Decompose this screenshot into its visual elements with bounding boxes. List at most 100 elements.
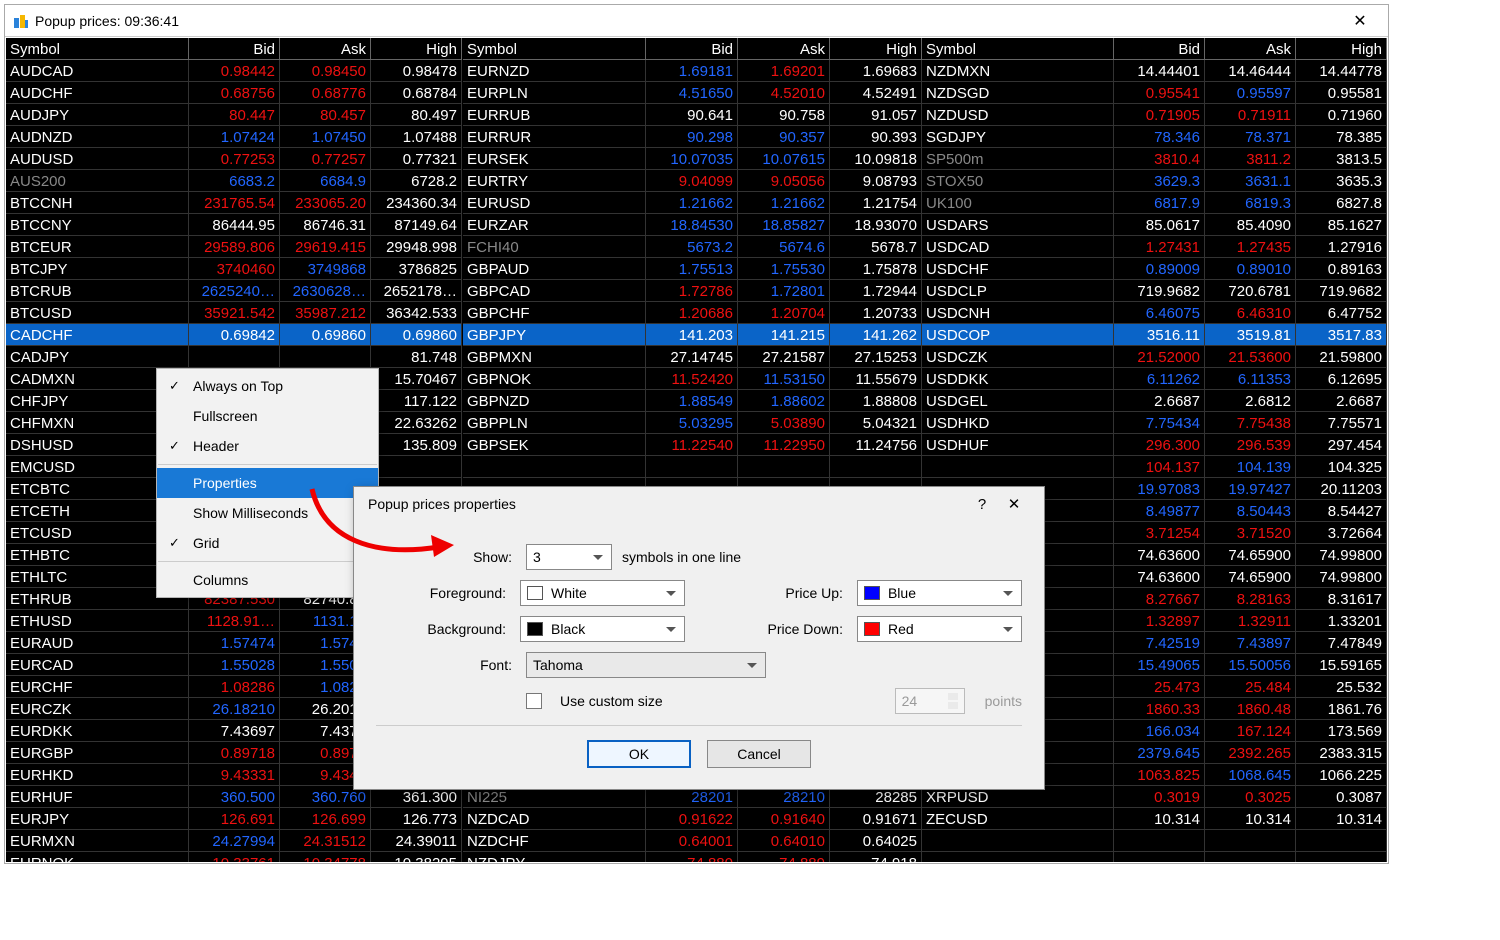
cell-symbol: SGDJPY (922, 126, 1114, 148)
price-row[interactable]: USDCZK21.5200021.5360021.59800 (922, 346, 1387, 368)
price-row[interactable]: EURSEK10.0703510.0761510.09818 (463, 148, 922, 170)
price-row[interactable]: GBPNOK11.5242011.5315011.55679 (463, 368, 922, 390)
price-row[interactable]: UK1006817.96819.36827.8 (922, 192, 1387, 214)
price-row[interactable]: BTCUSD35921.54235987.21236342.533 (6, 302, 463, 324)
price-row[interactable]: CADCHF0.698420.698600.69860 (6, 324, 463, 346)
price-row[interactable] (922, 852, 1387, 862)
help-button[interactable]: ? (966, 496, 998, 513)
price-row[interactable]: STOX503629.33631.13635.3 (922, 170, 1387, 192)
menu-item-show-milliseconds[interactable]: Show Milliseconds (157, 498, 378, 528)
menu-item-header[interactable]: Header (157, 431, 378, 461)
price-row[interactable]: USDARS85.061785.409085.1627 (922, 214, 1387, 236)
price-row[interactable]: USDGEL2.66872.68122.6687 (922, 390, 1387, 412)
price-row[interactable]: BTCCNY86444.9586746.3187149.64 (6, 214, 463, 236)
price-row[interactable]: FCHI405673.25674.65678.7 (463, 236, 922, 258)
cell-bid: 2.6687 (1114, 390, 1205, 412)
price-row[interactable]: NZDUSD0.719050.719110.71960 (922, 104, 1387, 126)
price-row[interactable]: GBPAUD1.755131.755301.75878 (463, 258, 922, 280)
priceup-select[interactable]: Blue (857, 580, 1022, 606)
price-row[interactable]: SP500m3810.43811.23813.5 (922, 148, 1387, 170)
price-row[interactable]: BTCRUB2625240…2630628…2652178… (6, 280, 463, 302)
price-row[interactable]: BTCJPY374046037498683786825 (6, 258, 463, 280)
price-row[interactable]: EURRUB90.64190.75891.057 (463, 104, 922, 126)
price-row[interactable]: EURUSD1.216621.216621.21754 (463, 192, 922, 214)
show-spinner[interactable]: 3 (526, 544, 612, 570)
price-row[interactable]: GBPNZD1.885491.886021.88808 (463, 390, 922, 412)
col-high[interactable]: High (371, 38, 462, 60)
cancel-button[interactable]: Cancel (707, 740, 811, 768)
cell-bid: 6.11262 (1114, 368, 1205, 390)
price-row[interactable] (922, 830, 1387, 852)
col-symbol[interactable]: Symbol (6, 38, 189, 60)
price-row[interactable]: EURNOK10.3376110.3477810.38295 (6, 852, 463, 862)
price-row[interactable]: ZECUSD10.31410.31410.314 (922, 808, 1387, 830)
cell-bid: 35921.542 (189, 302, 280, 324)
col-bid[interactable]: Bid (646, 38, 738, 60)
price-row[interactable]: GBPCHF1.206861.207041.20733 (463, 302, 922, 324)
col-ask[interactable]: Ask (1205, 38, 1296, 60)
col-ask[interactable]: Ask (738, 38, 830, 60)
price-row[interactable]: USDCLP719.9682720.6781719.9682 (922, 280, 1387, 302)
price-row[interactable]: AUDCHF0.687560.687760.68784 (6, 82, 463, 104)
price-row[interactable]: SGDJPY78.34678.37178.385 (922, 126, 1387, 148)
price-row[interactable]: USDCAD1.274311.274351.27916 (922, 236, 1387, 258)
menu-item-fullscreen[interactable]: Fullscreen (157, 401, 378, 431)
cell-ask: 0.91640 (738, 808, 830, 830)
price-row[interactable]: BTCCNH231765.54233065.20234360.34 (6, 192, 463, 214)
menu-item-properties[interactable]: Properties (157, 468, 378, 498)
price-row[interactable]: EURJPY126.691126.699126.773 (6, 808, 463, 830)
price-row[interactable]: NZDJPY74.88074.88974.918 (463, 852, 922, 862)
price-row[interactable]: USDCHF0.890090.890100.89163 (922, 258, 1387, 280)
cell-bid: 1.27431 (1114, 236, 1205, 258)
price-row[interactable]: GBPPLN5.032955.038905.04321 (463, 412, 922, 434)
col-ask[interactable]: Ask (280, 38, 371, 60)
col-symbol[interactable]: Symbol (463, 38, 646, 60)
col-high[interactable]: High (830, 38, 922, 60)
custom-size-checkbox[interactable] (526, 693, 542, 709)
price-row[interactable]: NZDCHF0.640010.640100.64025 (463, 830, 922, 852)
col-high[interactable]: High (1296, 38, 1387, 60)
price-row[interactable]: GBPJPY141.203141.215141.262 (463, 324, 922, 346)
price-row[interactable]: GBPSEK11.2254011.2295011.24756 (463, 434, 922, 456)
price-row[interactable]: USDHUF296.300296.539297.454 (922, 434, 1387, 456)
col-bid[interactable]: Bid (1114, 38, 1205, 60)
close-button[interactable]: ✕ (1340, 11, 1380, 31)
price-row[interactable]: USDDKK6.112626.113536.12695 (922, 368, 1387, 390)
ok-button[interactable]: OK (587, 740, 691, 768)
price-row[interactable]: EURNZD1.691811.692011.69683 (463, 60, 922, 82)
price-row[interactable]: EURRUR90.29890.35790.393 (463, 126, 922, 148)
price-row[interactable]: USDCOP3516.113519.813517.83 (922, 324, 1387, 346)
menu-item-grid[interactable]: Grid (157, 528, 378, 558)
price-row[interactable]: EURZAR18.8453018.8582718.93070 (463, 214, 922, 236)
price-row[interactable]: GBPCAD1.727861.728011.72944 (463, 280, 922, 302)
menu-item-columns[interactable]: Columns (157, 565, 378, 595)
price-row[interactable]: AUDCAD0.984420.984500.98478 (6, 60, 463, 82)
price-row[interactable]: USDCNH6.460756.463106.47752 (922, 302, 1387, 324)
price-row[interactable]: AUDUSD0.772530.772570.77321 (6, 148, 463, 170)
price-row[interactable]: GBPMXN27.1474527.2158727.15253 (463, 346, 922, 368)
price-row[interactable]: NZDCAD0.916220.916400.91671 (463, 808, 922, 830)
pricedown-select[interactable]: Red (857, 616, 1022, 642)
price-row[interactable]: NZDSGD0.955410.955970.95581 (922, 82, 1387, 104)
foreground-select[interactable]: White (520, 580, 685, 606)
price-row[interactable]: CADJPY81.748 (6, 346, 463, 368)
font-select[interactable]: Tahoma (526, 652, 766, 678)
price-row[interactable] (463, 456, 922, 478)
dialog-title-bar[interactable]: Popup prices properties ? ✕ (354, 487, 1044, 521)
price-row[interactable]: USDHKD7.754347.754387.75571 (922, 412, 1387, 434)
cell-symbol: NZDMXN (922, 60, 1114, 82)
price-row[interactable]: AUS2006683.26684.96728.2 (6, 170, 463, 192)
price-row[interactable]: BTCEUR29589.80629619.41529948.998 (6, 236, 463, 258)
price-row[interactable]: 104.137104.139104.325 (922, 456, 1387, 478)
price-row[interactable]: EURPLN4.516504.520104.52491 (463, 82, 922, 104)
menu-item-always-on-top[interactable]: Always on Top (157, 371, 378, 401)
background-select[interactable]: Black (520, 616, 685, 642)
dialog-close-button[interactable]: ✕ (998, 495, 1030, 513)
col-symbol[interactable]: Symbol (922, 38, 1114, 60)
price-row[interactable]: AUDJPY80.44780.45780.497 (6, 104, 463, 126)
price-row[interactable]: EURMXN24.2799424.3151224.39011 (6, 830, 463, 852)
price-row[interactable]: AUDNZD1.074241.074501.07488 (6, 126, 463, 148)
col-bid[interactable]: Bid (189, 38, 280, 60)
price-row[interactable]: EURTRY9.040999.050569.08793 (463, 170, 922, 192)
price-row[interactable]: NZDMXN14.4440114.4644414.44778 (922, 60, 1387, 82)
